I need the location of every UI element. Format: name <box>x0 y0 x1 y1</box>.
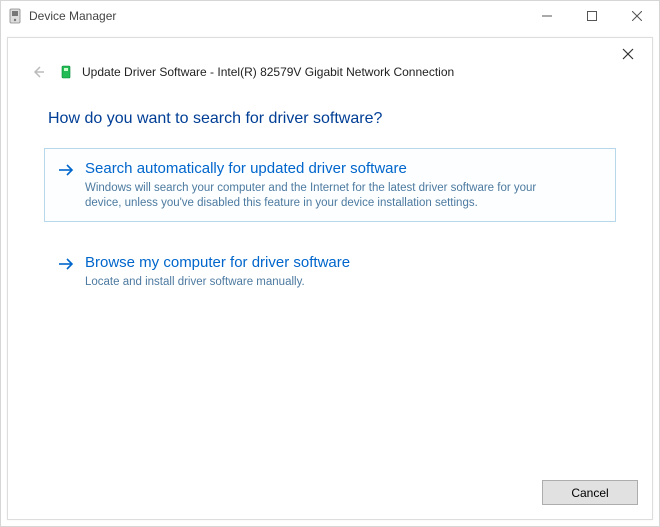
options-list: Search automatically for updated driver … <box>8 142 652 301</box>
question-heading: How do you want to search for driver sof… <box>8 90 652 142</box>
option-title: Browse my computer for driver software <box>85 253 605 273</box>
dialog-close-button[interactable] <box>614 44 642 64</box>
arrow-right-icon <box>57 255 75 278</box>
dialog-footer: Cancel <box>8 470 652 519</box>
window-title: Device Manager <box>29 9 116 23</box>
dialog-title-device: Intel(R) 82579V Gigabit Network Connecti… <box>217 65 454 79</box>
dialog-header: Update Driver Software - Intel(R) 82579V… <box>8 38 652 90</box>
network-adapter-icon <box>58 64 74 80</box>
titlebar: Device Manager <box>1 1 659 31</box>
update-driver-dialog: Update Driver Software - Intel(R) 82579V… <box>7 37 653 520</box>
dialog-title: Update Driver Software - Intel(R) 82579V… <box>82 65 454 79</box>
device-manager-window: Device Manager Upda <box>0 0 660 527</box>
arrow-right-icon <box>57 161 75 184</box>
dialog-title-prefix: Update Driver Software - <box>82 65 214 79</box>
back-button[interactable] <box>28 62 48 82</box>
close-button[interactable] <box>614 1 659 31</box>
option-description: Locate and install driver software manua… <box>85 275 555 290</box>
cancel-button[interactable]: Cancel <box>542 480 638 505</box>
option-search-automatically[interactable]: Search automatically for updated driver … <box>44 148 616 222</box>
option-title: Search automatically for updated driver … <box>85 159 605 179</box>
minimize-button[interactable] <box>524 1 569 31</box>
device-manager-icon <box>7 8 23 24</box>
option-description: Windows will search your computer and th… <box>85 181 555 211</box>
option-browse-computer[interactable]: Browse my computer for driver software L… <box>44 242 616 301</box>
maximize-button[interactable] <box>569 1 614 31</box>
